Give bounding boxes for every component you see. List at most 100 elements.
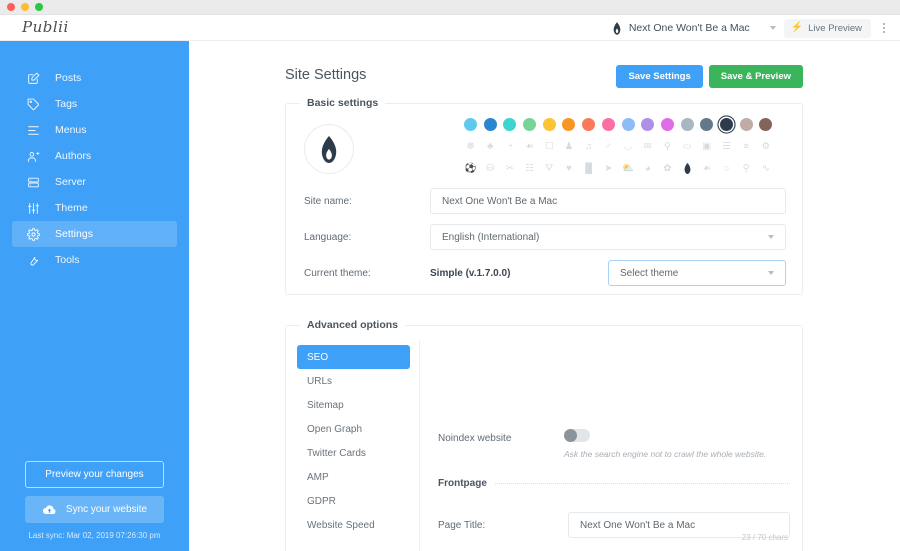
music-note-icon[interactable]: ♫ <box>582 140 595 153</box>
noindex-toggle[interactable] <box>564 429 590 442</box>
divider-line <box>494 483 790 484</box>
chevron-down-icon[interactable] <box>769 26 776 30</box>
wrench-icon <box>26 253 41 268</box>
leaf-icon[interactable]: ☙ <box>523 140 536 153</box>
advanced-tab-gdpr[interactable]: GDPR <box>297 489 410 513</box>
color-swatch[interactable] <box>562 118 576 131</box>
advanced-tab-website-speed[interactable]: Website Speed <box>297 513 410 537</box>
minimize-window-button[interactable] <box>21 3 29 11</box>
gear-icon[interactable]: ⚙ <box>759 140 772 153</box>
color-swatch[interactable] <box>739 118 753 131</box>
advanced-tab-sitemap[interactable]: Sitemap <box>297 393 410 417</box>
sidebar-item-label: Tools <box>55 254 80 266</box>
gear-icon <box>26 227 41 242</box>
advanced-tab-twitter-cards[interactable]: Twitter Cards <box>297 441 410 465</box>
color-swatch[interactable] <box>621 118 635 131</box>
list-icon[interactable]: ☷ <box>523 162 536 175</box>
document-icon[interactable]: ☰ <box>720 140 733 153</box>
maximize-window-button[interactable] <box>35 3 43 11</box>
bag-icon[interactable]: ⛁ <box>484 162 497 175</box>
select-theme-dropdown[interactable]: Select theme <box>608 260 786 286</box>
app-window: Publii Next One Won't Be a Mac ⚡ Live Pr… <box>0 0 900 551</box>
noindex-hint: Ask the search engine not to crawl the w… <box>564 449 767 459</box>
color-swatch[interactable] <box>601 118 615 131</box>
advanced-tab-open-graph[interactable]: Open Graph <box>297 417 410 441</box>
page-title-char-count: 23 / 70 chars <box>741 533 788 542</box>
sync-website-button[interactable]: Sync your website <box>25 496 164 523</box>
color-swatch[interactable] <box>759 118 773 131</box>
sidebar-item-label: Posts <box>55 72 82 84</box>
globe-icon[interactable]: ☸ <box>464 140 477 153</box>
advanced-tab-seo[interactable]: SEO <box>297 345 410 369</box>
soccer-ball-icon[interactable]: ⚽ <box>464 162 477 175</box>
cocktail-icon[interactable]: ⛅ <box>622 162 635 175</box>
color-swatch-row <box>464 118 773 131</box>
headphones-icon[interactable]: ◡ <box>622 140 635 153</box>
color-swatch[interactable] <box>464 118 477 131</box>
card-icon[interactable]: ≡ <box>740 140 753 153</box>
sidebar-item-theme[interactable]: Theme <box>12 195 177 221</box>
heart-icon[interactable]: ♥ <box>562 162 575 175</box>
book-icon[interactable]: █ <box>582 162 595 175</box>
rocket-icon[interactable]: ➤ <box>602 162 615 175</box>
briefcase-icon[interactable]: ☐ <box>543 140 556 153</box>
car-icon[interactable]: ▭ <box>681 140 694 153</box>
site-name-input[interactable]: Next One Won't Be a Mac <box>430 188 786 214</box>
scissors-icon[interactable]: ✂ <box>503 162 516 175</box>
sidebar-item-authors[interactable]: Authors <box>12 143 177 169</box>
sidebar-item-menus[interactable]: Menus <box>12 117 177 143</box>
save-settings-button[interactable]: Save Settings <box>616 65 703 88</box>
advanced-tab-amp[interactable]: AMP <box>297 465 410 489</box>
kebab-menu-icon[interactable] <box>880 19 888 37</box>
feather-icon[interactable]: ☙ <box>700 162 713 175</box>
sidebar-item-label: Server <box>55 176 86 188</box>
sidebar-item-tools[interactable]: Tools <box>12 247 177 273</box>
color-swatch[interactable] <box>641 118 655 131</box>
icon-row-2: ⚽ ⛁ ✂ ☷ ⛛ ♥ █ ➤ ⛅ ◕ ✿ ☙ ○ ⚲ ∿ <box>464 162 772 175</box>
droplet-icon[interactable]: ○ <box>720 162 733 175</box>
ticket-icon[interactable]: ✉ <box>641 140 654 153</box>
site-selector[interactable]: Next One Won't Be a Mac <box>612 21 756 35</box>
tag-icon <box>26 97 41 112</box>
current-theme-value: Simple (v.1.7.0.0) <box>430 267 511 279</box>
site-name-row: Site name: Next One Won't Be a Mac <box>304 188 786 214</box>
sidebar-item-posts[interactable]: Posts <box>12 65 177 91</box>
color-swatch[interactable] <box>523 118 537 131</box>
language-select[interactable]: English (International) <box>430 224 786 250</box>
color-swatch[interactable] <box>503 118 517 131</box>
flask-icon[interactable]: ⛛ <box>543 162 556 175</box>
paw-icon[interactable]: ✿ <box>661 162 674 175</box>
color-swatch[interactable] <box>719 118 733 131</box>
magnifier-icon[interactable]: ⚲ <box>661 140 674 153</box>
tree-icon[interactable]: ♣ <box>484 140 497 153</box>
advanced-tab-urls[interactable]: URLs <box>297 369 410 393</box>
color-swatch[interactable] <box>660 118 674 131</box>
live-preview-button[interactable]: ⚡ Live Preview <box>783 18 871 38</box>
save-and-preview-button[interactable]: Save & Preview <box>708 65 803 88</box>
camera-icon[interactable]: ▣ <box>700 140 713 153</box>
preview-changes-button[interactable]: Preview your changes <box>25 461 164 488</box>
pie-chart-icon[interactable]: ◕ <box>641 162 654 175</box>
tshirt-icon[interactable]: ♟ <box>562 140 575 153</box>
flame-icon <box>613 21 621 35</box>
basic-settings-legend: Basic settings <box>300 97 386 109</box>
sidebar-item-settings[interactable]: Settings <box>12 221 177 247</box>
color-swatch[interactable] <box>582 118 596 131</box>
basic-settings-panel: Basic settings ☸ ♣ ◔ ☙ ☐ ♟ ♫ ♂ ◡ ✉ ⚲ ▭ ▣ ☰ ≡ ⚙ ⚽ ⛁ ✂ ☷ ⛛ ♥ █ ➤… <box>285 97 803 295</box>
color-swatch[interactable] <box>542 118 556 131</box>
sidebar-item-server[interactable]: Server <box>12 169 177 195</box>
flame-icon[interactable] <box>681 162 694 175</box>
color-swatch[interactable] <box>483 118 497 131</box>
close-window-button[interactable] <box>7 3 15 11</box>
balloon-icon[interactable]: ⚲ <box>740 162 753 175</box>
site-avatar[interactable] <box>304 124 354 174</box>
hat-icon[interactable]: ◔ <box>503 140 516 153</box>
sidebar-nav: Posts Tags Menus Authors Server Theme Se… <box>0 41 189 273</box>
page-title-label: Page Title: <box>438 519 486 531</box>
color-swatch[interactable] <box>680 118 694 131</box>
color-swatch[interactable] <box>700 118 714 131</box>
advanced-options-legend: Advanced options <box>300 319 406 331</box>
pulse-icon[interactable]: ∿ <box>759 162 772 175</box>
sidebar-item-tags[interactable]: Tags <box>12 91 177 117</box>
microphone-icon[interactable]: ♂ <box>602 140 615 153</box>
